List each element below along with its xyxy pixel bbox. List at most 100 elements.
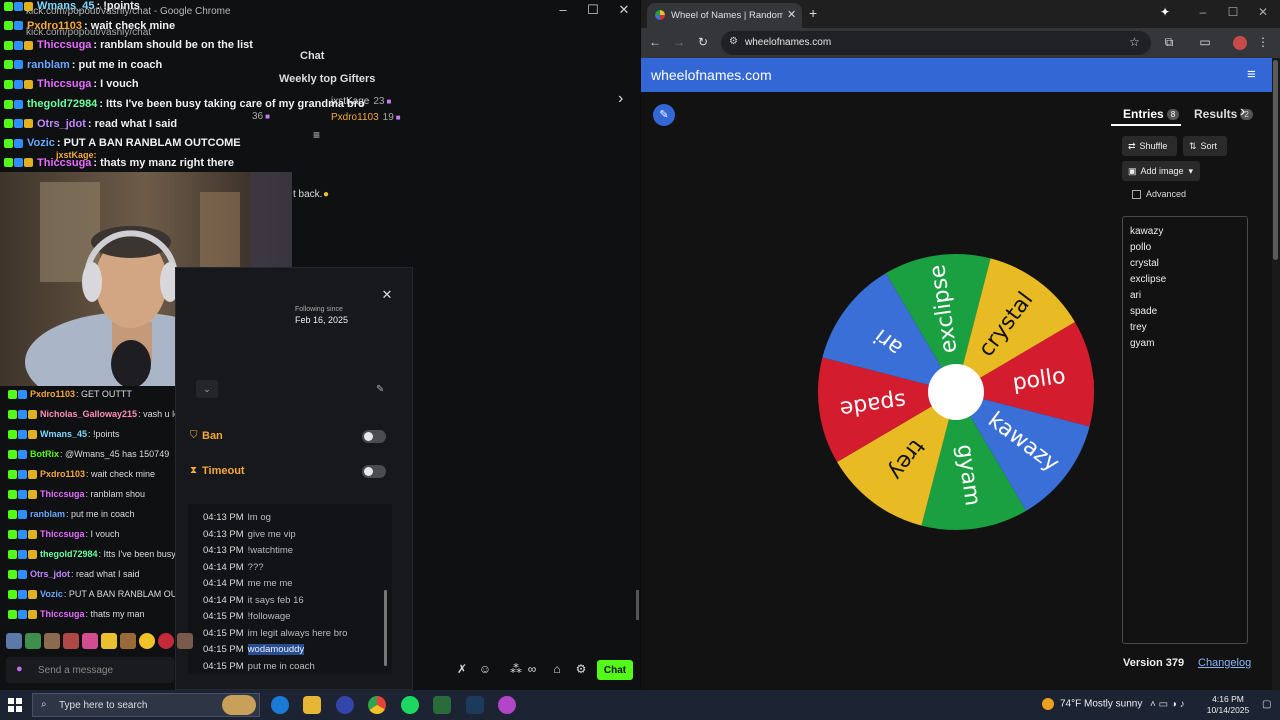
send-chat-button[interactable]: Chat	[597, 660, 633, 680]
store-icon[interactable]: ⌂	[550, 662, 564, 676]
ban-row[interactable]: ⛉ Ban	[188, 420, 402, 454]
close-tab-icon[interactable]: ✕	[787, 8, 796, 21]
gifters-next-icon[interactable]: ›	[618, 90, 623, 108]
chat-username[interactable]: thegold72984	[40, 549, 98, 559]
chat-message[interactable]: Nicholas_Galloway215: vash u lookin	[8, 409, 196, 419]
weather-widget-icon[interactable]	[222, 695, 256, 715]
close-window-button[interactable]: ✕	[1253, 5, 1273, 19]
chat-username[interactable]: Otrs_jdot	[30, 569, 70, 579]
chat-username[interactable]: Otrs_jdot	[37, 118, 86, 130]
entry-item[interactable]: trey	[1130, 322, 1147, 333]
chat-message[interactable]: Vozic: PUT A BAN RANBLAM OUTCOME	[4, 137, 241, 149]
emoji-picker-icon[interactable]: ☺	[478, 662, 492, 676]
chat-username[interactable]: ranblam	[27, 59, 70, 71]
notification-icon[interactable]: ▢	[1262, 699, 1271, 710]
chat-message[interactable]: thegold72984: Itts I've been busy taking…	[4, 98, 365, 110]
infinity-icon[interactable]: ∞	[525, 662, 539, 676]
hamburger-menu-icon[interactable]: ≡	[1247, 66, 1256, 83]
chat-username[interactable]: Thiccsuga	[40, 529, 85, 539]
tabs-scroll-right-icon[interactable]: ›	[1240, 103, 1245, 121]
emote[interactable]	[82, 633, 98, 649]
maximize-button[interactable]: ☐	[1223, 5, 1243, 19]
site-info-icon[interactable]: ⚙	[729, 36, 738, 47]
steam-icon[interactable]	[466, 696, 484, 714]
profile-avatar[interactable]	[1233, 36, 1247, 50]
chat-message[interactable]: Thiccsuga: ranblam shou	[8, 489, 145, 499]
forward-icon[interactable]: →	[671, 35, 687, 49]
chat-username[interactable]: ranblam	[30, 509, 65, 519]
scrollbar-thumb[interactable]	[1273, 60, 1278, 260]
chat-message[interactable]: Otrs_jdot: read what I said	[8, 569, 140, 579]
emote[interactable]	[101, 633, 117, 649]
xbox-icon[interactable]	[433, 696, 451, 714]
emote[interactable]	[44, 633, 60, 649]
back-icon[interactable]: ←	[647, 35, 663, 49]
browser-tab[interactable]: Wheel of Names | Random name picker ✕	[647, 3, 802, 28]
entry-item[interactable]: kawazy	[1130, 226, 1163, 237]
edit-pencil-icon[interactable]: ✎	[653, 104, 675, 126]
weather-status[interactable]: 74°F Mostly sunny	[1042, 698, 1142, 710]
gemini-icon[interactable]: ✦	[1155, 5, 1175, 19]
address-bar[interactable]: ⚙ wheelofnames.com ☆	[721, 31, 1151, 55]
gifter-item[interactable]: Pxdro1103 19 ■	[331, 112, 401, 123]
chrome-icon[interactable]	[368, 696, 386, 714]
chat-scrollbar[interactable]	[636, 590, 639, 620]
translate-icon[interactable]: ✗	[455, 662, 469, 676]
chat-message[interactable]: Vozic: PUT A BAN RANBLAM OU	[8, 589, 177, 599]
entry-item[interactable]: pollo	[1130, 242, 1151, 253]
emote[interactable]	[139, 633, 155, 649]
history-scrollbar[interactable]	[384, 590, 387, 666]
maximize-button[interactable]: ☐	[583, 2, 603, 20]
chat-username[interactable]: BotRix	[30, 449, 59, 459]
chat-username[interactable]: Thiccsuga	[37, 39, 91, 51]
side-panel-icon[interactable]: ▭	[1197, 35, 1213, 49]
bookmark-star-icon[interactable]: ☆	[1129, 35, 1140, 49]
chat-username[interactable]: Nicholas_Galloway215	[40, 409, 137, 419]
system-tray-icons[interactable]: ˄ ▭ ◑ ♪	[1150, 699, 1185, 710]
points-icon[interactable]: ⁂	[509, 662, 523, 676]
gifter-item[interactable]: 36 ■	[248, 111, 270, 122]
chat-message[interactable]: Wmans_45: !points	[4, 0, 140, 12]
chat-username[interactable]: Wmans_45	[40, 429, 87, 439]
clock[interactable]: 4:16 PM 10/14/2025	[1202, 694, 1254, 716]
edit-icon[interactable]: ✎	[376, 384, 384, 395]
entry-item[interactable]: spade	[1130, 306, 1157, 317]
chat-username[interactable]: Wmans_45	[37, 0, 94, 12]
chat-username[interactable]: Pxdro1103	[27, 20, 82, 32]
chevron-down-icon[interactable]: ⌄	[196, 380, 218, 398]
chat-message[interactable]: Thiccsuga: I vouch	[8, 529, 120, 539]
microphone-icon[interactable]: ●	[16, 663, 23, 675]
chat-message[interactable]: Wmans_45: !points	[8, 429, 120, 439]
emote[interactable]	[6, 633, 22, 649]
filter-icon[interactable]: ≡	[313, 128, 320, 142]
close-window-button[interactable]: ✕	[614, 2, 634, 20]
chat-message[interactable]: Pxdro1103: wait check mine	[4, 20, 175, 32]
vpn-icon[interactable]	[336, 696, 354, 714]
entry-item[interactable]: ari	[1130, 290, 1141, 301]
gear-icon[interactable]: ⚙	[574, 662, 588, 676]
chat-message[interactable]: BotRix: @Wmans_45 has 150749	[8, 449, 169, 459]
changelog-link[interactable]: Changelog	[1198, 657, 1251, 669]
sort-button[interactable]: ⇅ Sort	[1183, 136, 1227, 156]
minimize-button[interactable]: –	[1193, 5, 1213, 19]
chat-username[interactable]: thegold72984	[27, 98, 97, 110]
reload-icon[interactable]: ↻	[695, 35, 711, 49]
windows-start-icon[interactable]	[8, 698, 22, 712]
chat-message[interactable]: Pxdro1103: GET OUTTT	[8, 389, 132, 399]
chat-message[interactable]: thegold72984: Itts I've been busy ta	[8, 549, 186, 559]
app-icon[interactable]	[498, 696, 516, 714]
chat-username[interactable]: Vozic	[40, 589, 63, 599]
chat-message[interactable]: Otrs_jdot: read what I said	[4, 118, 177, 130]
entry-item[interactable]: crystal	[1130, 258, 1159, 269]
chat-username[interactable]: Thiccsuga	[40, 489, 85, 499]
spinning-wheel[interactable]: pollokawazygyamtreyspadeari exclipse cryst…	[816, 252, 1096, 532]
chat-username[interactable]: Pxdro1103	[30, 389, 75, 399]
ban-toggle[interactable]	[362, 430, 386, 443]
extensions-icon[interactable]: ⧉	[1161, 35, 1177, 50]
chat-message[interactable]: Thiccsuga: thats my man	[8, 609, 145, 619]
entry-item[interactable]: gyam	[1130, 338, 1154, 349]
chat-message-input[interactable]	[38, 662, 168, 678]
chat-username[interactable]: Pxdro1103	[40, 469, 85, 479]
timeout-toggle[interactable]	[362, 465, 386, 478]
emote[interactable]	[177, 633, 193, 649]
